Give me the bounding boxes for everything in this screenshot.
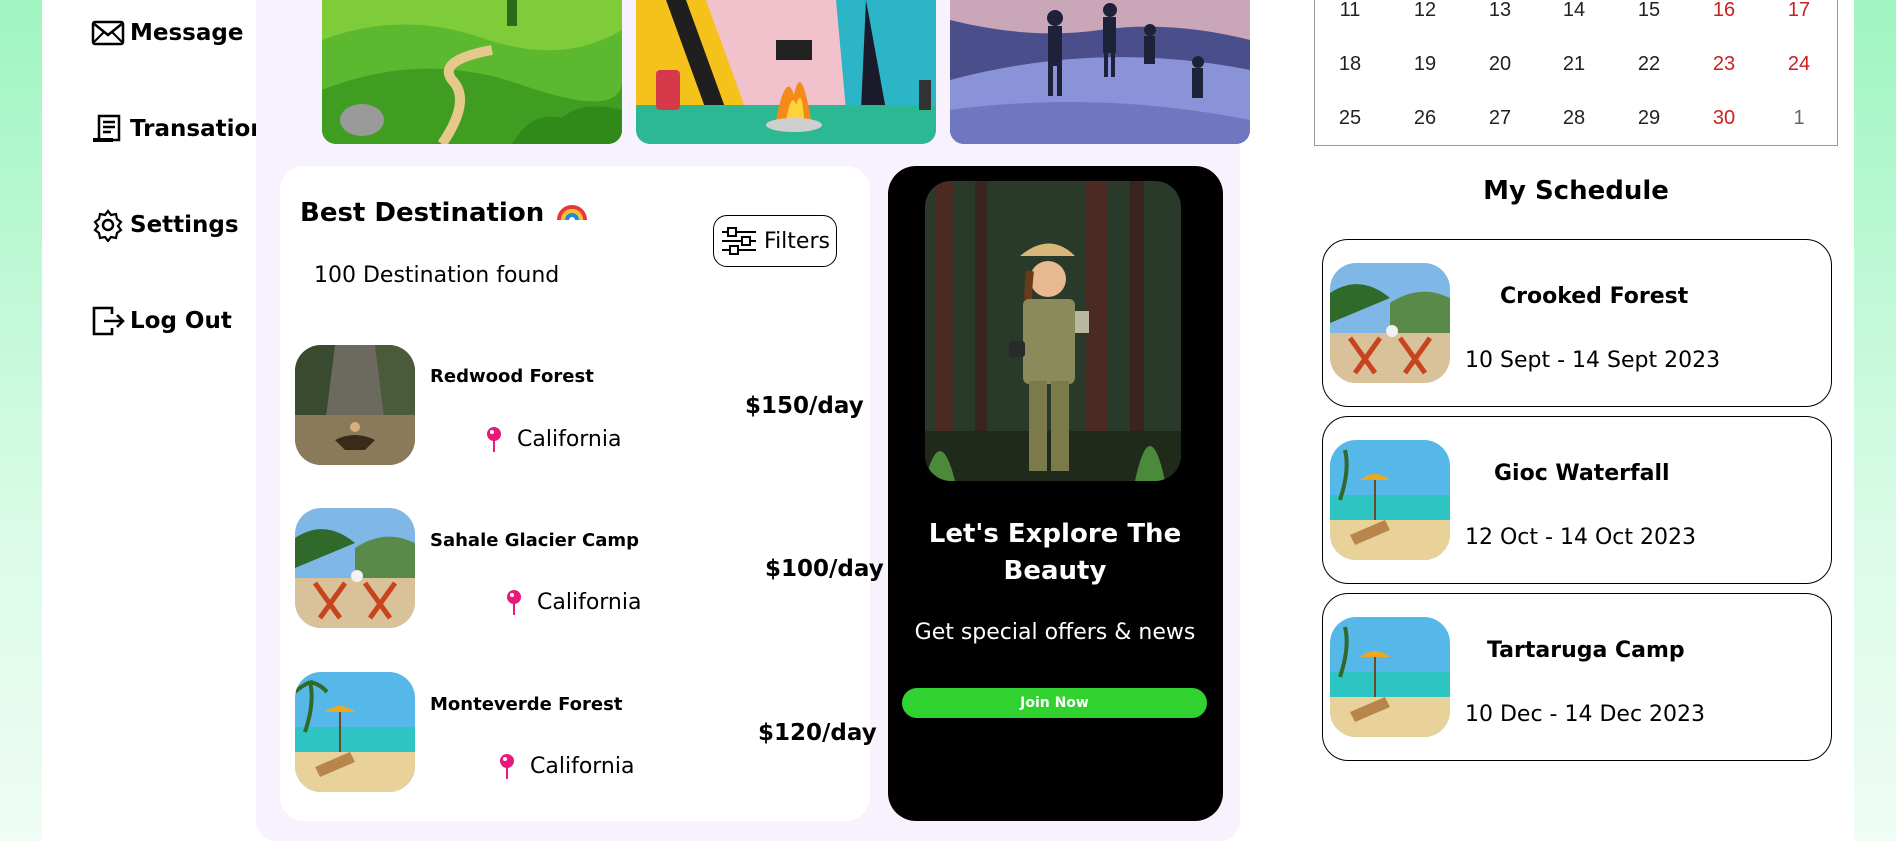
calendar-day[interactable]: 21 bbox=[1544, 53, 1604, 76]
sidebar-item-logout[interactable]: Log Out bbox=[90, 304, 232, 338]
calendar-day-weekend[interactable]: 17 bbox=[1769, 0, 1829, 22]
map-pin-icon bbox=[500, 754, 514, 779]
schedule-thumbnail bbox=[1330, 440, 1450, 560]
schedule-item-name: Gioc Waterfall bbox=[1494, 461, 1670, 486]
sidebar-item-label: Log Out bbox=[130, 308, 232, 334]
destination-thumbnail[interactable] bbox=[295, 345, 415, 465]
hero-image-hills[interactable] bbox=[322, 0, 622, 144]
sidebar-item-settings[interactable]: Settings bbox=[90, 208, 239, 242]
envelope-icon bbox=[91, 20, 125, 46]
destination-name: Sahale Glacier Camp bbox=[430, 530, 639, 551]
location-label: California bbox=[517, 426, 622, 452]
best-destination-title: Best Destination bbox=[300, 196, 588, 229]
destination-price: $150/day bbox=[745, 393, 864, 419]
filters-label: Filters bbox=[764, 228, 830, 254]
schedule-thumbnail bbox=[1330, 617, 1450, 737]
destination-count: 100 Destination found bbox=[314, 263, 560, 288]
calendar-day[interactable]: 28 bbox=[1544, 107, 1604, 130]
calendar-day[interactable]: 29 bbox=[1619, 107, 1679, 130]
calendar-day-weekend[interactable]: 23 bbox=[1694, 53, 1754, 76]
hero-image-campfire[interactable] bbox=[636, 0, 936, 144]
destination-location: California bbox=[505, 588, 641, 616]
calendar-day-weekend[interactable]: 30 bbox=[1694, 107, 1754, 130]
destination-price: $100/day bbox=[765, 556, 884, 582]
join-now-button[interactable]: Join Now bbox=[902, 688, 1207, 718]
receipt-icon bbox=[93, 114, 121, 142]
promo-subtitle: Get special offers & news bbox=[914, 620, 1196, 645]
calendar-day-weekend[interactable]: 16 bbox=[1694, 0, 1754, 22]
calendar-day[interactable]: 12 bbox=[1395, 0, 1455, 22]
calendar-day[interactable]: 18 bbox=[1320, 53, 1380, 76]
destination-thumbnail[interactable] bbox=[295, 672, 415, 792]
sliders-icon bbox=[722, 227, 757, 255]
calendar-day[interactable]: 27 bbox=[1470, 107, 1530, 130]
sidebar-item-message[interactable]: Message bbox=[90, 16, 243, 50]
calendar-day[interactable]: 19 bbox=[1395, 53, 1455, 76]
sidebar-item-label: Transation bbox=[130, 116, 267, 142]
schedule-item-dates: 12 Oct - 14 Oct 2023 bbox=[1465, 525, 1696, 550]
rainbow-icon bbox=[556, 196, 588, 229]
calendar-day[interactable]: 26 bbox=[1395, 107, 1455, 130]
section-title-text: Best Destination bbox=[300, 197, 545, 228]
destination-name: Redwood Forest bbox=[430, 366, 594, 387]
calendar-day[interactable]: 20 bbox=[1470, 53, 1530, 76]
map-pin-icon bbox=[507, 590, 521, 615]
destination-location: California bbox=[498, 752, 634, 780]
destination-thumbnail[interactable] bbox=[295, 508, 415, 628]
calendar-day[interactable]: 15 bbox=[1619, 0, 1679, 22]
calendar-day[interactable]: 22 bbox=[1619, 53, 1679, 76]
calendar-day[interactable]: 14 bbox=[1544, 0, 1604, 22]
promo-title: Let's Explore The Beauty bbox=[928, 519, 1182, 586]
explorer-illustration bbox=[925, 181, 1181, 481]
gear-icon bbox=[93, 209, 123, 242]
schedule-item-name: Tartaruga Camp bbox=[1487, 638, 1685, 663]
schedule-item-dates: 10 Sept - 14 Sept 2023 bbox=[1465, 348, 1721, 373]
destination-location: California bbox=[485, 425, 621, 453]
sidebar-item-transation[interactable]: Transation bbox=[90, 112, 267, 146]
destination-price: $120/day bbox=[758, 720, 877, 746]
schedule-item-name: Crooked Forest bbox=[1500, 284, 1689, 309]
calendar-day-weekend[interactable]: 24 bbox=[1769, 53, 1829, 76]
hero-image-hikers[interactable] bbox=[950, 0, 1250, 144]
schedule-title: My Schedule bbox=[1483, 176, 1669, 206]
map-pin-icon bbox=[487, 427, 501, 452]
schedule-thumbnail bbox=[1330, 263, 1450, 383]
sidebar-item-label: Message bbox=[130, 20, 244, 46]
sidebar-item-label: Settings bbox=[130, 212, 239, 238]
calendar-day[interactable]: 25 bbox=[1320, 107, 1380, 130]
calendar-day-next-month[interactable]: 1 bbox=[1769, 107, 1829, 130]
filters-button[interactable]: Filters bbox=[713, 215, 837, 267]
schedule-item-dates: 10 Dec - 14 Dec 2023 bbox=[1465, 702, 1706, 727]
calendar-day[interactable]: 13 bbox=[1470, 0, 1530, 22]
destination-name: Monteverde Forest bbox=[430, 694, 623, 715]
calendar-day[interactable]: 11 bbox=[1320, 0, 1380, 22]
location-label: California bbox=[537, 589, 642, 615]
logout-icon bbox=[92, 306, 125, 336]
location-label: California bbox=[530, 753, 635, 779]
